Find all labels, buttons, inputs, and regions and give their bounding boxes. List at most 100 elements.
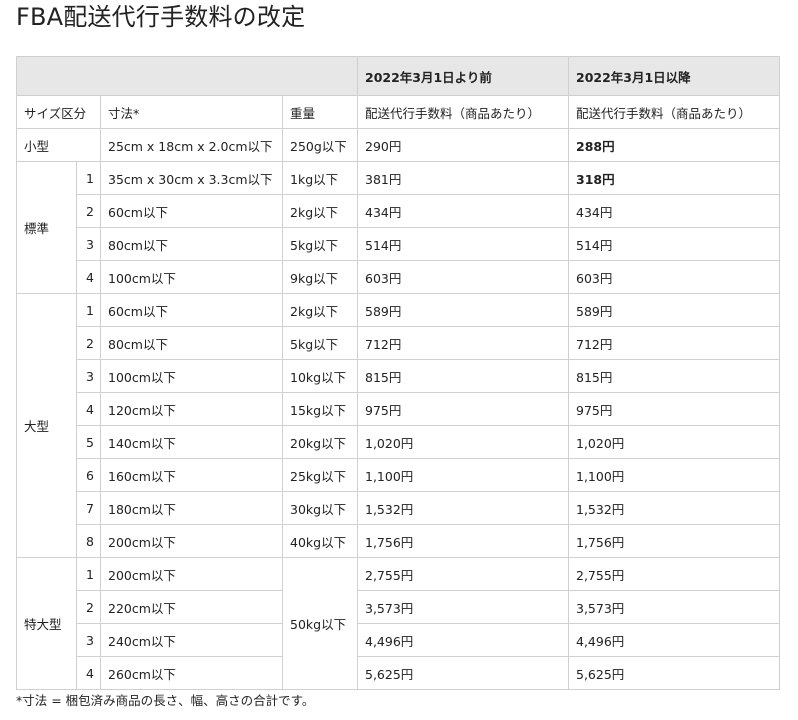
cell-fee-after: 589円 (568, 293, 780, 327)
cell-weight: 250g以下 (282, 128, 358, 162)
table-row: 5 140cm以下 20kg以下 1,020円 1,020円 (17, 425, 780, 459)
column-header-row: サイズ区分 寸法* 重量 配送代行手数料（商品あたり） 配送代行手数料（商品あた… (16, 95, 780, 129)
cell-weight: 9kg以下 (282, 260, 358, 294)
table-row: 小型 25cm x 18cm x 2.0cm以下 250g以下 290円 288… (16, 128, 780, 162)
period-after-header: 2022年3月1日以降 (568, 56, 780, 96)
cell-number: 3 (76, 359, 101, 393)
cell-fee-before: 514円 (357, 227, 569, 261)
cell-number: 1 (76, 557, 101, 591)
cell-fee-before: 975円 (357, 392, 569, 426)
cell-weight: 5kg以下 (282, 326, 358, 360)
cell-number: 2 (76, 194, 101, 228)
cell-number: 8 (76, 524, 101, 558)
cell-dimensions: 100cm以下 (100, 359, 283, 393)
cell-fee-after: 1,100円 (568, 458, 780, 492)
fee-table: 2022年3月1日より前 2022年3月1日以降 サイズ区分 寸法* 重量 配送… (16, 56, 780, 690)
cell-number: 4 (76, 392, 101, 426)
cell-fee-before: 1,020円 (357, 425, 569, 459)
cell-number: 3 (76, 623, 101, 657)
cell-fee-after: 1,756円 (568, 524, 780, 558)
cell-weight: 50kg以下 (282, 557, 358, 690)
cell-dimensions: 60cm以下 (100, 194, 283, 228)
cell-dimensions: 80cm以下 (100, 326, 283, 360)
cell-weight: 20kg以下 (282, 425, 358, 459)
cell-fee-before: 434円 (357, 194, 569, 228)
cell-dimensions: 200cm以下 (100, 524, 283, 558)
table-row: 2 80cm以下 5kg以下 712円 712円 (17, 326, 780, 360)
cell-number: 4 (76, 260, 101, 294)
period-header-row: 2022年3月1日より前 2022年3月1日以降 (16, 56, 780, 96)
cell-weight: 40kg以下 (282, 524, 358, 558)
table-row: 3 80cm以下 5kg以下 514円 514円 (17, 227, 780, 261)
cell-weight: 10kg以下 (282, 359, 358, 393)
table-row: 4 260cm以下 5,625円 5,625円 (17, 656, 780, 690)
table-row: 8 200cm以下 40kg以下 1,756円 1,756円 (17, 524, 780, 558)
cell-weight: 5kg以下 (282, 227, 358, 261)
cell-fee-before: 1,756円 (357, 524, 569, 558)
cell-fee-before: 712円 (357, 326, 569, 360)
cell-number: 3 (76, 227, 101, 261)
col-fee-before: 配送代行手数料（商品あたり） (357, 95, 569, 129)
cell-dimensions: 60cm以下 (100, 293, 283, 327)
cell-fee-after: 3,573円 (568, 590, 780, 624)
cell-dimensions: 35cm x 30cm x 3.3cm以下 (100, 161, 283, 195)
cell-number: 2 (76, 326, 101, 360)
col-size-class: サイズ区分 (16, 95, 101, 129)
cell-fee-after: 603円 (568, 260, 780, 294)
cell-fee-after: 5,625円 (568, 656, 780, 690)
cell-number: 4 (76, 656, 101, 690)
table-row: 2 60cm以下 2kg以下 434円 434円 (17, 194, 780, 228)
cell-weight: 15kg以下 (282, 392, 358, 426)
table-row: 特大型 1 200cm以下 50kg以下 2,755円 2,755円 (16, 557, 780, 690)
cell-fee-before: 2,755円 (357, 557, 569, 591)
cell-fee-after: 514円 (568, 227, 780, 261)
table-row: 3 240cm以下 4,496円 4,496円 (17, 623, 780, 657)
cell-fee-before: 603円 (357, 260, 569, 294)
cell-weight: 1kg以下 (282, 161, 358, 195)
cell-weight: 25kg以下 (282, 458, 358, 492)
cell-fee-after: 815円 (568, 359, 780, 393)
col-fee-after: 配送代行手数料（商品あたり） (568, 95, 780, 129)
cell-fee-before: 1,100円 (357, 458, 569, 492)
cell-dimensions: 260cm以下 (100, 656, 283, 690)
cell-dimensions: 200cm以下 (100, 557, 283, 591)
table-row: 7 180cm以下 30kg以下 1,532円 1,532円 (17, 491, 780, 525)
cell-fee-before: 381円 (357, 161, 569, 195)
col-weight: 重量 (282, 95, 358, 129)
col-dimensions: 寸法* (100, 95, 283, 129)
cell-dimensions: 240cm以下 (100, 623, 283, 657)
cell-fee-after: 975円 (568, 392, 780, 426)
cell-dimensions: 140cm以下 (100, 425, 283, 459)
cell-fee-before: 589円 (357, 293, 569, 327)
cell-fee-after: 318円 (568, 161, 780, 195)
group-extra-large: 特大型 (16, 557, 77, 690)
cell-dimensions: 100cm以下 (100, 260, 283, 294)
table-row: 2 220cm以下 3,573円 3,573円 (17, 590, 780, 624)
cell-number: 1 (76, 161, 101, 195)
cell-fee-after: 1,020円 (568, 425, 780, 459)
footnote: *寸法 = 梱包済み商品の長さ、幅、高さの合計です。 (16, 693, 315, 708)
cell-weight: 30kg以下 (282, 491, 358, 525)
group-standard: 標準 (16, 161, 77, 294)
cell-fee-before: 290円 (357, 128, 569, 162)
cell-number: 2 (76, 590, 101, 624)
cell-fee-before: 815円 (357, 359, 569, 393)
cell-fee-after: 288円 (568, 128, 780, 162)
cell-weight: 2kg以下 (282, 293, 358, 327)
cell-fee-after: 1,532円 (568, 491, 780, 525)
cell-number: 1 (76, 293, 101, 327)
cell-fee-before: 4,496円 (357, 623, 569, 657)
table-row: 3 100cm以下 10kg以下 815円 815円 (17, 359, 780, 393)
table-row: 4 120cm以下 15kg以下 975円 975円 (17, 392, 780, 426)
cell-dimensions: 120cm以下 (100, 392, 283, 426)
group-large: 大型 (16, 293, 77, 558)
cell-dimensions: 160cm以下 (100, 458, 283, 492)
cell-fee-after: 712円 (568, 326, 780, 360)
table-row: 標準 1 35cm x 30cm x 3.3cm以下 1kg以下 381円 31… (16, 161, 780, 294)
cell-fee-after: 4,496円 (568, 623, 780, 657)
cell-number: 5 (76, 425, 101, 459)
cell-dimensions: 80cm以下 (100, 227, 283, 261)
group-small: 小型 (16, 128, 101, 162)
cell-number: 6 (76, 458, 101, 492)
header-blank-cell (16, 56, 358, 96)
